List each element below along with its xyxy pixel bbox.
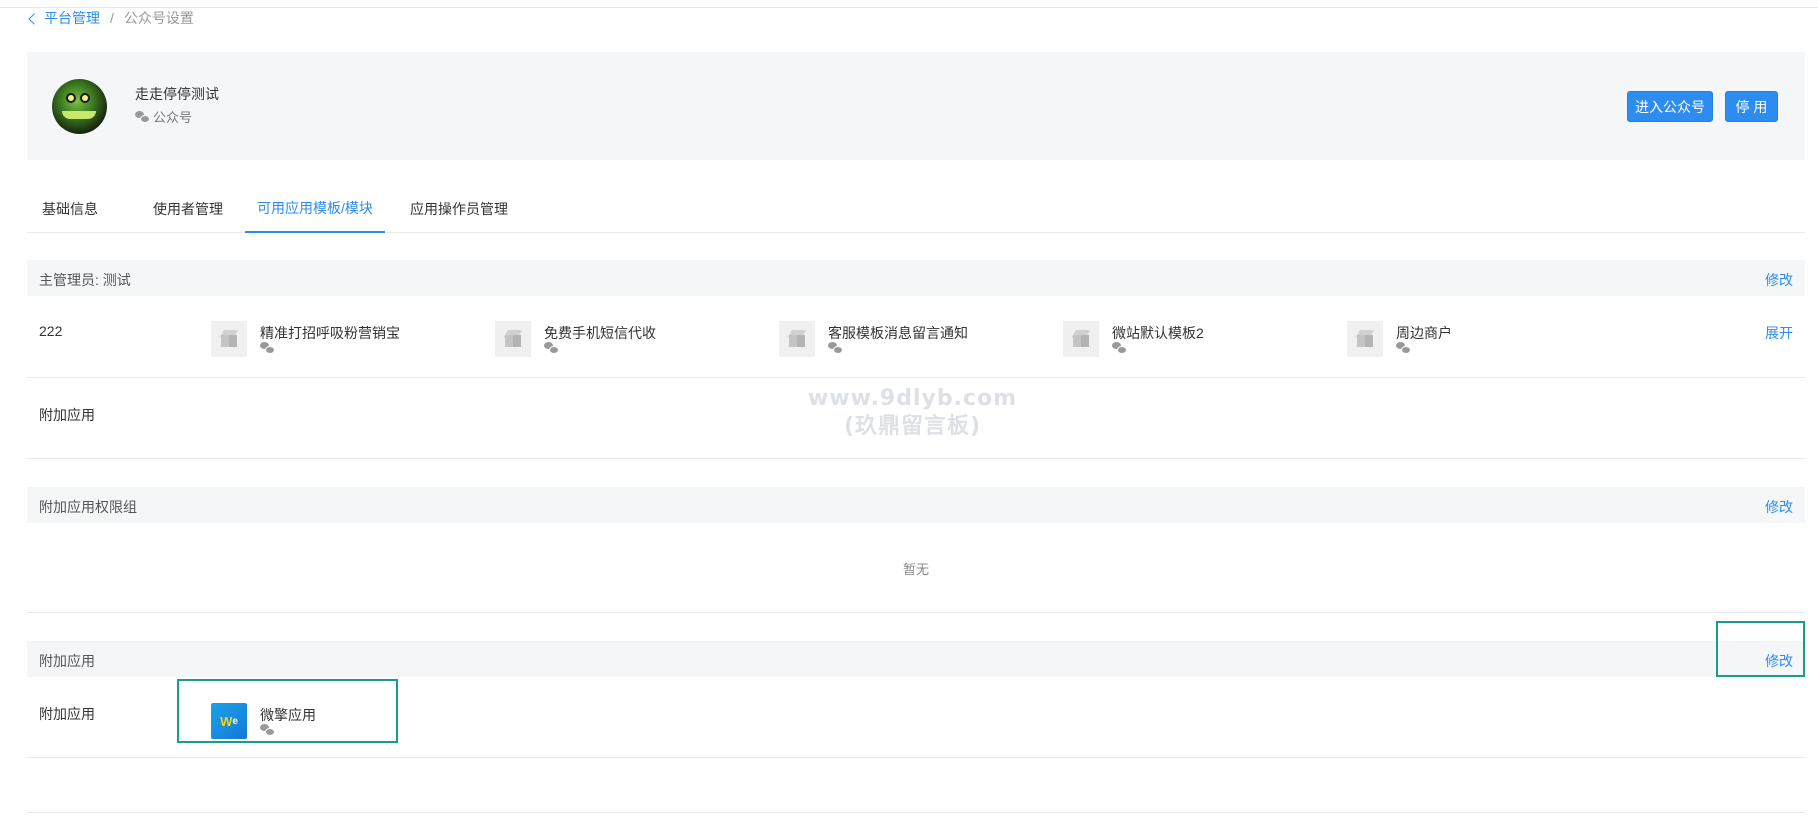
wechat-icon xyxy=(260,342,275,354)
enter-account-button[interactable]: 进入公众号 xyxy=(1627,91,1713,122)
breadcrumb-separator: / xyxy=(110,10,114,26)
highlight-box-app xyxy=(177,679,398,743)
main-admin-label: 主管理员: 测试 xyxy=(39,272,131,288)
app-name: 微站默认模板2 xyxy=(1112,325,1204,341)
tab-operator-management[interactable]: 应用操作员管理 xyxy=(391,185,527,233)
edit-main-admin-link[interactable]: 修改 xyxy=(1765,270,1793,290)
tab-user-management[interactable]: 使用者管理 xyxy=(130,185,246,233)
wechat-icon xyxy=(1112,342,1127,354)
wechat-icon xyxy=(828,342,843,354)
wechat-icon xyxy=(135,111,150,123)
tab-available-modules[interactable]: 可用应用模板/模块 xyxy=(245,185,385,233)
account-avatar xyxy=(52,79,107,134)
account-type: 公众号 xyxy=(135,107,192,126)
wechat-icon xyxy=(1396,342,1411,354)
extra-apps-header: 附加应用 修改 xyxy=(27,641,1805,677)
account-card: 走走停停测试 公众号 进入公众号 停 用 xyxy=(27,52,1805,160)
extra-apps-header-label: 附加应用 xyxy=(39,653,95,669)
edit-permission-group-link[interactable]: 修改 xyxy=(1765,497,1793,517)
disable-account-button[interactable]: 停 用 xyxy=(1725,91,1778,122)
app-group-row: 222 精准打招呼吸粉营销宝 免费手机短信代收 客服模板消息留言通知 微站默认模… xyxy=(27,296,1805,378)
breadcrumb-current: 公众号设置 xyxy=(123,10,194,26)
app-name: 免费手机短信代收 xyxy=(544,325,656,341)
expand-link[interactable]: 展开 xyxy=(1765,323,1793,343)
chevron-left-icon xyxy=(28,12,40,25)
tab-bar: 基础信息 使用者管理 可用应用模板/模块 应用操作员管理 xyxy=(27,185,1805,233)
app-name: 周边商户 xyxy=(1396,325,1452,341)
app-name: 客服模板消息留言通知 xyxy=(828,325,968,341)
watermark-line-2: (玖鼎留言板) xyxy=(843,414,982,439)
module-icon xyxy=(779,321,815,357)
breadcrumb-back-link[interactable]: 平台管理 xyxy=(28,8,100,28)
wechat-icon xyxy=(544,342,559,354)
main-admin-header: 主管理员: 测试 修改 xyxy=(27,260,1805,296)
module-icon xyxy=(1063,321,1099,357)
tab-basic-info[interactable]: 基础信息 xyxy=(27,185,113,233)
empty-state: 暂无 xyxy=(902,562,929,577)
watermark-line-1: www.9dlyb.com xyxy=(808,386,1018,411)
extra-apps-label: 附加应用 xyxy=(39,407,95,423)
watermark: www.9dlyb.com (玖鼎留言板) xyxy=(808,385,1017,441)
highlight-box-edit xyxy=(1716,621,1805,677)
breadcrumb: 平台管理 / 公众号设置 xyxy=(28,8,194,28)
extra-app-permission-header: 附加应用权限组 修改 xyxy=(27,487,1805,523)
extra-app-permission-label: 附加应用权限组 xyxy=(39,499,137,515)
permission-group-row: 暂无 xyxy=(27,523,1805,613)
module-icon xyxy=(211,321,247,357)
module-icon xyxy=(1347,321,1383,357)
bottom-divider xyxy=(27,812,1805,813)
app-name: 精准打招呼吸粉营销宝 xyxy=(260,325,400,341)
top-divider xyxy=(0,7,1818,8)
account-name: 走走停停测试 xyxy=(135,86,219,102)
extra-apps-list-label: 附加应用 xyxy=(39,706,95,722)
app-group-label: 222 xyxy=(39,323,63,339)
module-icon xyxy=(495,321,531,357)
